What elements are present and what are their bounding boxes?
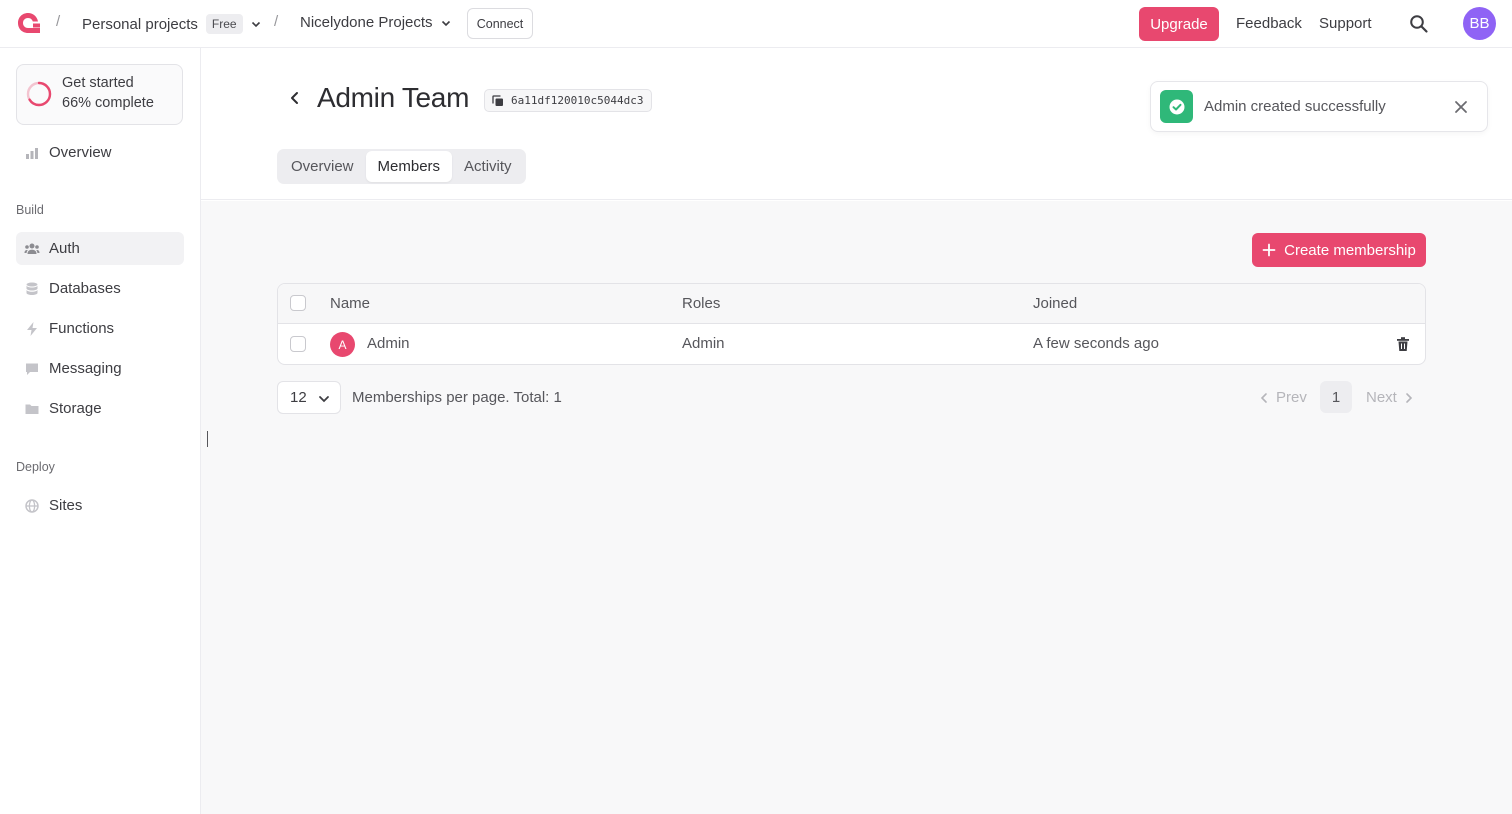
text-cursor	[207, 431, 208, 447]
tab-bar: Overview Members Activity	[277, 149, 526, 184]
chevron-down-icon	[251, 21, 260, 28]
back-arrow-icon[interactable]	[287, 90, 303, 106]
breadcrumb-separator: /	[274, 13, 279, 30]
search-icon[interactable]	[1409, 14, 1429, 34]
sidebar-item-overview[interactable]: Overview	[16, 136, 184, 169]
table-row[interactable]: A Admin Admin A few seconds ago	[278, 324, 1425, 364]
column-header-joined: Joined	[1033, 295, 1078, 312]
page-number-button[interactable]: 1	[1320, 381, 1352, 413]
copy-icon	[492, 95, 503, 106]
top-bar: / Personal projects Free / Nicelydone Pr…	[0, 0, 1512, 48]
sidebar-item-label: Auth	[49, 240, 80, 257]
upgrade-button[interactable]: Upgrade	[1139, 7, 1219, 41]
select-all-checkbox[interactable]	[290, 295, 306, 311]
per-page-value: 12	[290, 389, 307, 406]
sidebar-item-label: Overview	[49, 144, 112, 161]
member-joined: A few seconds ago	[1033, 335, 1159, 352]
per-page-label: Memberships per page. Total: 1	[352, 389, 562, 406]
trash-icon[interactable]	[1395, 336, 1411, 352]
member-roles: Admin	[682, 335, 725, 352]
prev-page-button[interactable]: Prev	[1258, 389, 1307, 406]
member-name: Admin	[367, 335, 410, 352]
section-label-build: Build	[16, 203, 44, 217]
prev-label: Prev	[1276, 389, 1307, 406]
support-link[interactable]: Support	[1319, 15, 1372, 32]
sidebar-item-sites[interactable]: Sites	[16, 489, 184, 522]
sidebar: Get started 66% complete Overview Build …	[0, 48, 201, 814]
section-label-deploy: Deploy	[16, 460, 55, 474]
folder-icon	[25, 404, 39, 414]
check-circle-icon	[1160, 90, 1193, 123]
get-started-title: Get started	[62, 75, 134, 91]
breadcrumb-separator: /	[56, 13, 61, 30]
table-header: Name Roles Joined	[278, 284, 1425, 324]
sidebar-item-functions[interactable]: Functions	[16, 312, 184, 345]
sidebar-item-label: Sites	[49, 497, 83, 514]
page-title: Admin Team	[317, 82, 470, 113]
sidebar-item-databases[interactable]: Databases	[16, 272, 184, 305]
chevron-down-icon	[441, 20, 450, 26]
create-membership-button[interactable]: Create membership	[1252, 233, 1426, 267]
get-started-card[interactable]: Get started 66% complete	[16, 64, 183, 125]
chat-icon	[26, 363, 38, 375]
project-name: Nicelydone Projects	[300, 14, 433, 31]
progress-ring-icon	[26, 81, 52, 107]
get-started-progress: 66% complete	[62, 95, 154, 111]
team-id: 6a11df120010c5044dc3	[511, 94, 644, 107]
plus-icon	[1262, 243, 1276, 257]
next-page-button[interactable]: Next	[1366, 389, 1415, 406]
chevron-right-icon	[1406, 392, 1412, 403]
org-name: Personal projects	[82, 15, 198, 33]
lightning-icon	[27, 321, 37, 336]
globe-icon	[25, 498, 39, 513]
next-label: Next	[1366, 389, 1397, 406]
user-avatar[interactable]: BB	[1463, 7, 1496, 40]
users-icon	[24, 243, 40, 254]
appwrite-logo-icon[interactable]	[16, 11, 42, 35]
row-checkbox[interactable]	[290, 336, 306, 352]
feedback-link[interactable]: Feedback	[1236, 15, 1302, 32]
connect-button[interactable]: Connect	[467, 8, 533, 39]
sidebar-item-label: Functions	[49, 320, 115, 337]
column-header-name: Name	[330, 295, 371, 312]
chevron-down-icon	[319, 396, 329, 403]
sidebar-item-label: Storage	[49, 400, 102, 417]
database-icon	[26, 282, 38, 295]
sidebar-item-storage[interactable]: Storage	[16, 392, 184, 425]
team-id-copy-chip[interactable]: 6a11df120010c5044dc3	[484, 89, 653, 112]
sidebar-item-label: Messaging	[49, 360, 122, 377]
column-header-roles: Roles	[682, 295, 721, 312]
toast-message: Admin created successfully	[1204, 98, 1386, 115]
tab-activity[interactable]: Activity	[452, 151, 524, 182]
members-table: Name Roles Joined A Admin Admin A few se…	[277, 283, 1426, 365]
per-page-select[interactable]: 12	[277, 381, 341, 414]
sidebar-item-messaging[interactable]: Messaging	[16, 352, 184, 385]
chevron-left-icon	[1260, 392, 1267, 403]
project-switcher[interactable]: Nicelydone Projects	[300, 14, 451, 31]
tab-overview[interactable]: Overview	[279, 151, 366, 182]
sidebar-item-label: Databases	[49, 280, 121, 297]
close-icon[interactable]	[1453, 99, 1469, 115]
bar-chart-icon	[26, 147, 38, 159]
org-switcher[interactable]: Personal projects Free	[82, 14, 261, 34]
member-avatar: A	[330, 332, 355, 357]
tab-members[interactable]: Members	[365, 151, 453, 182]
plan-badge: Free	[205, 14, 243, 34]
success-toast: Admin created successfully	[1150, 81, 1488, 132]
sidebar-item-auth[interactable]: Auth	[16, 232, 184, 265]
create-membership-label: Create membership	[1284, 241, 1416, 259]
